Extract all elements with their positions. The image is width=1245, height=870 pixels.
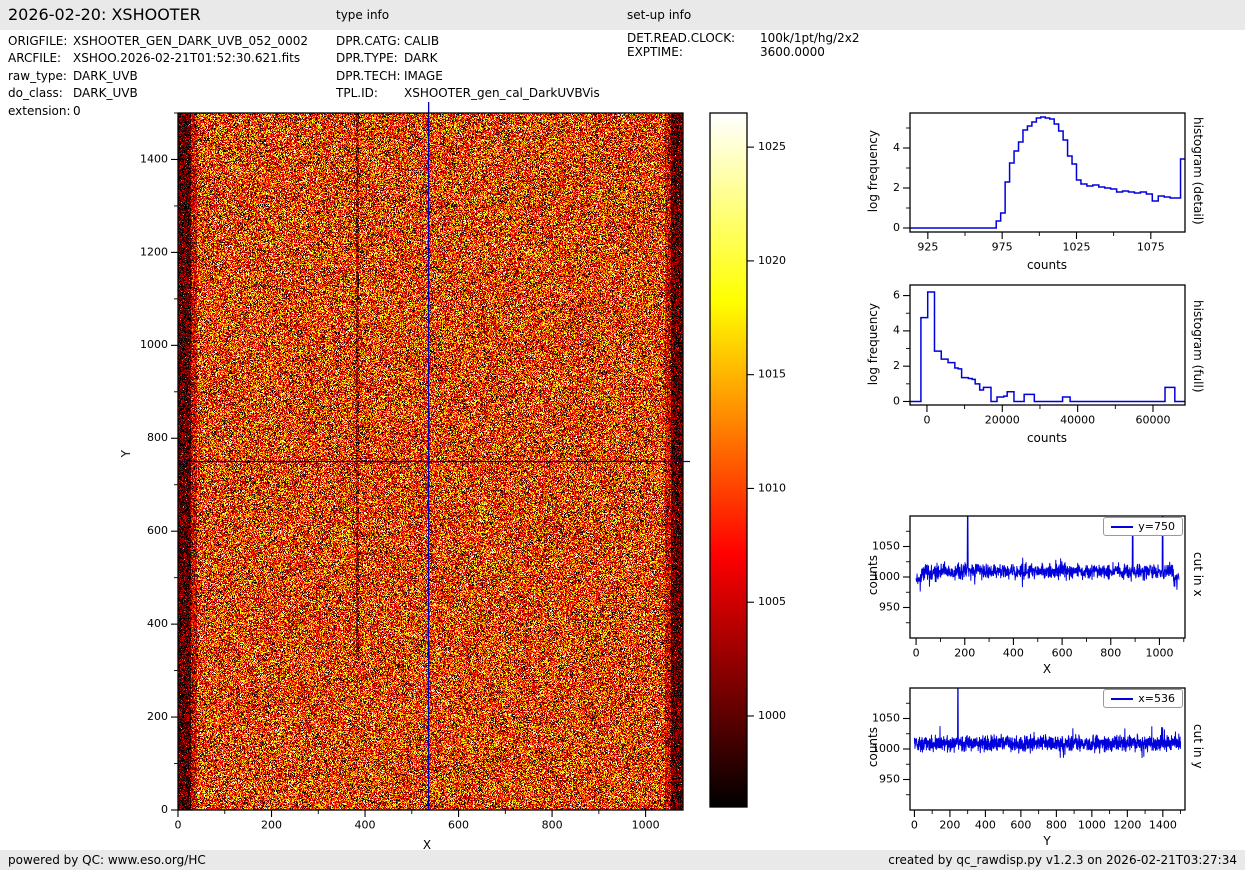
file-info-row: raw_type:DARK_UVB xyxy=(8,68,308,85)
field-value: DARK_UVB xyxy=(73,68,138,85)
setup-info-block: DET.READ.CLOCK:100k/1pt/hg/2x2 EXPTIME:3… xyxy=(627,32,860,59)
field-label: raw_type: xyxy=(8,68,73,85)
setup-info-row: EXPTIME:3600.0000 xyxy=(627,46,860,60)
field-value: CALIB xyxy=(404,33,439,50)
field-label: extension: xyxy=(8,103,73,120)
hist-detail-side-label: histogram (detail) xyxy=(1191,117,1205,225)
cut-y-y-axis-label: counts xyxy=(866,727,880,767)
type-info-row: TPL.ID:XSHOOTER_gen_cal_DarkUVBVis xyxy=(336,85,600,102)
field-label: do_class: xyxy=(8,85,73,102)
hist-full-y-axis-label: log frequency xyxy=(866,303,880,385)
field-value: DARK_UVB xyxy=(73,85,138,102)
cut-y-legend: x=536 xyxy=(1103,689,1183,708)
field-value: DARK xyxy=(404,50,437,67)
file-info-row: extension:0 xyxy=(8,103,308,120)
cut-y-side-label: cut in y xyxy=(1191,724,1205,769)
field-label: DPR.TYPE: xyxy=(336,50,404,67)
file-info-block: ORIGFILE:XSHOOTER_GEN_DARK_UVB_052_0002 … xyxy=(8,33,308,120)
footer-bar: powered by QC: www.eso.org/HC created by… xyxy=(0,850,1245,870)
legend-label: y=750 xyxy=(1138,520,1175,533)
file-info-row: ARCFILE:XSHOO.2026-02-21T01:52:30.621.fi… xyxy=(8,50,308,67)
main-y-axis-label: Y xyxy=(119,450,133,457)
field-value: XSHOOTER_gen_cal_DarkUVBVis xyxy=(404,85,600,102)
field-value: XSHOO.2026-02-21T01:52:30.621.fits xyxy=(73,50,300,67)
field-value: 3600.0000 xyxy=(760,46,825,60)
field-label: EXPTIME: xyxy=(627,46,760,60)
hist-detail-y-axis-label: log frequency xyxy=(866,130,880,212)
field-label: ARCFILE: xyxy=(8,50,73,67)
field-value: IMAGE xyxy=(404,68,443,85)
hist-full-side-label: histogram (full) xyxy=(1191,300,1205,393)
cut-x-y-axis-label: counts xyxy=(866,555,880,595)
type-info-row: DPR.CATG:CALIB xyxy=(336,33,600,50)
footer-left-text: powered by QC: www.eso.org/HC xyxy=(8,853,206,867)
hist-full-x-axis-label: counts xyxy=(1007,431,1087,445)
field-value: 0 xyxy=(73,103,81,120)
field-value: 100k/1pt/hg/2x2 xyxy=(760,32,860,46)
setup-info-heading: set-up info xyxy=(627,8,691,22)
type-info-row: DPR.TYPE:DARK xyxy=(336,50,600,67)
field-label: DPR.TECH: xyxy=(336,68,404,85)
cut-y-x-axis-label: Y xyxy=(1007,834,1087,848)
cut-x-x-axis-label: X xyxy=(1007,662,1087,676)
type-info-row: DPR.TECH:IMAGE xyxy=(336,68,600,85)
legend-label: x=536 xyxy=(1138,692,1175,705)
field-label: DPR.CATG: xyxy=(336,33,404,50)
cut-x-legend: y=750 xyxy=(1103,517,1183,536)
footer-right-text: created by qc_rawdisp.py v1.2.3 on 2026-… xyxy=(888,853,1237,867)
page-title: 2026-02-20: XSHOOTER xyxy=(8,0,201,30)
type-info-block: DPR.CATG:CALIB DPR.TYPE:DARK DPR.TECH:IM… xyxy=(336,33,600,103)
type-info-heading: type info xyxy=(336,8,389,22)
file-info-row: do_class:DARK_UVB xyxy=(8,85,308,102)
file-info-row: ORIGFILE:XSHOOTER_GEN_DARK_UVB_052_0002 xyxy=(8,33,308,50)
legend-line-sample xyxy=(1111,526,1133,528)
header-bar: 2026-02-20: XSHOOTER type info set-up in… xyxy=(0,0,1245,30)
field-value: XSHOOTER_GEN_DARK_UVB_052_0002 xyxy=(73,33,308,50)
legend-line-sample xyxy=(1111,698,1133,700)
field-label: DET.READ.CLOCK: xyxy=(627,32,760,46)
field-label: ORIGFILE: xyxy=(8,33,73,50)
setup-info-row: DET.READ.CLOCK:100k/1pt/hg/2x2 xyxy=(627,32,860,46)
field-label: TPL.ID: xyxy=(336,85,404,102)
cut-x-side-label: cut in x xyxy=(1191,552,1205,597)
hist-detail-x-axis-label: counts xyxy=(1007,258,1087,272)
